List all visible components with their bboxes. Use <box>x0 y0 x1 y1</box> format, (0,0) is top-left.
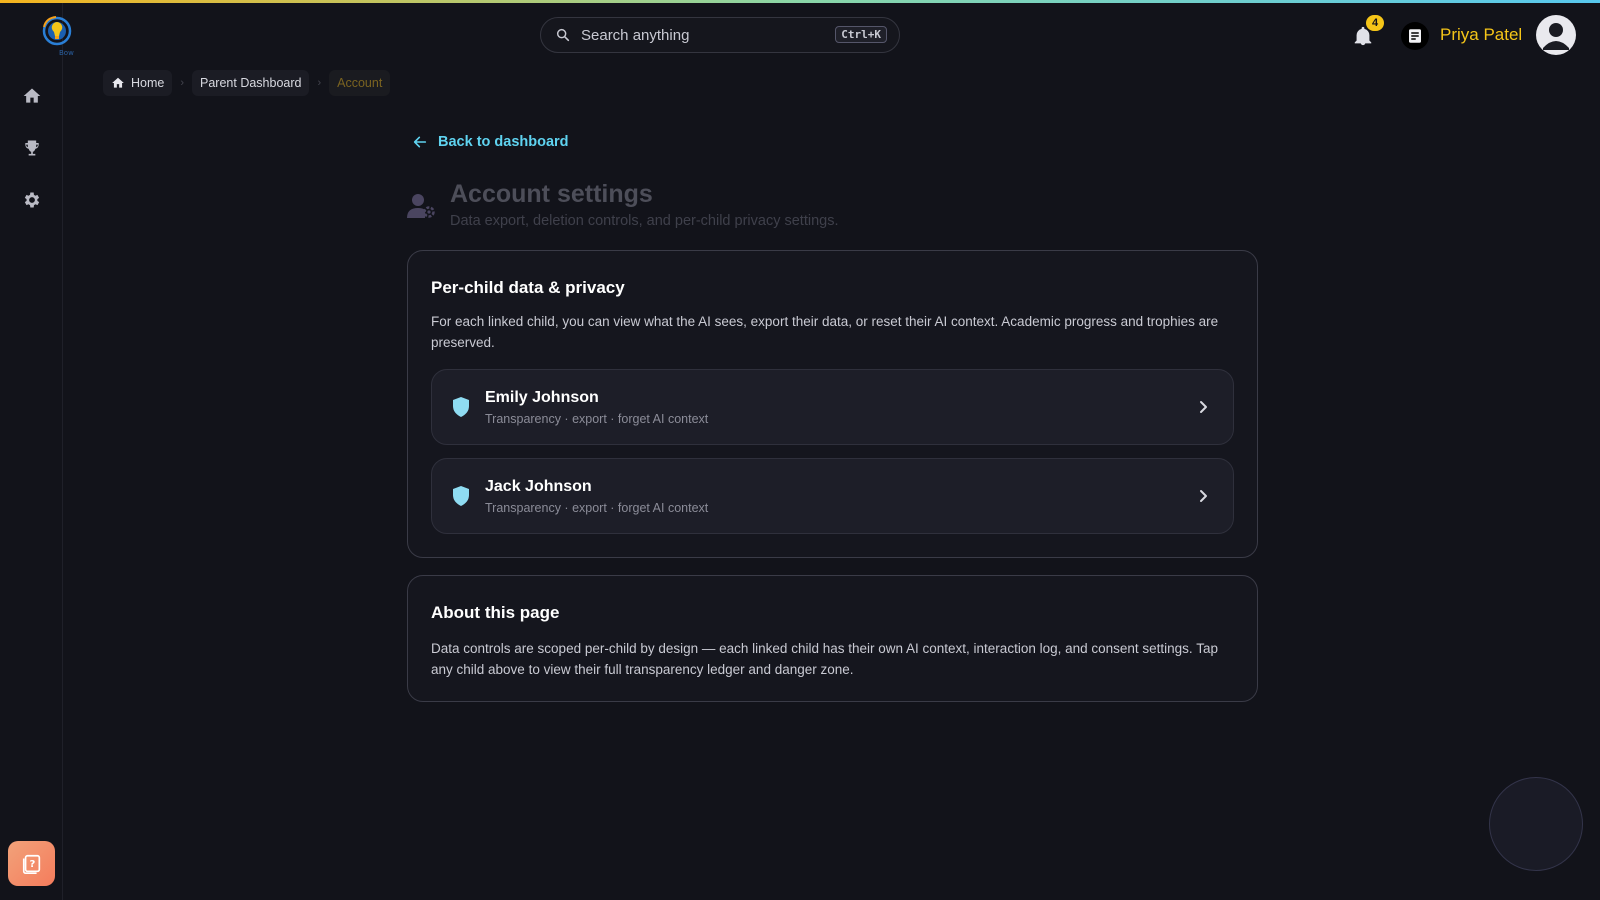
breadcrumb: Home › Parent Dashboard › Account <box>103 70 391 96</box>
child-name: Emily Johnson <box>485 389 599 406</box>
child-row-jack-johnson[interactable]: Jack Johnson Transparency · export · for… <box>431 458 1234 534</box>
back-to-dashboard-link[interactable]: Back to dashboard <box>412 134 569 150</box>
svg-text:Bow: Bow <box>59 49 74 57</box>
sidebar-item-trophies[interactable] <box>19 135 45 161</box>
gear-icon <box>24 192 40 208</box>
breadcrumb-separator: › <box>317 77 322 89</box>
user-name[interactable]: Priya Patel <box>1440 25 1522 45</box>
help-book-icon: ? <box>22 854 40 874</box>
breadcrumb-label: Parent Dashboard <box>200 76 302 90</box>
child-row-emily-johnson[interactable]: Emily Johnson Transparency · export · fo… <box>431 369 1234 445</box>
chevron-right-icon <box>1200 490 1207 502</box>
arrow-left-icon <box>413 136 427 148</box>
page-subtitle: Data export, deletion controls, and per-… <box>450 213 839 229</box>
help-button[interactable]: ? <box>8 841 55 886</box>
about-page-card: About this page Data controls are scoped… <box>407 575 1258 702</box>
chevron-right-icon <box>1200 401 1207 413</box>
document-icon <box>1409 29 1421 43</box>
user-settings-icon <box>407 194 435 218</box>
breadcrumb-home[interactable]: Home <box>103 70 173 96</box>
home-icon <box>112 77 124 88</box>
card-description: Data controls are scoped per-child by de… <box>431 641 1218 677</box>
user-avatar-icon <box>1543 23 1569 50</box>
sidebar-item-settings[interactable] <box>19 187 45 213</box>
search-input[interactable]: Search anything <box>581 27 689 44</box>
back-link-label: Back to dashboard <box>438 134 569 150</box>
breadcrumb-parent-dashboard[interactable]: Parent Dashboard <box>192 70 310 96</box>
notification-badge: 4 <box>1366 15 1384 31</box>
search-bar[interactable]: Search anything Ctrl+K <box>540 17 900 53</box>
card-title: Per-child data & privacy <box>431 278 625 297</box>
avatar[interactable] <box>1536 15 1576 55</box>
shield-icon <box>453 397 469 417</box>
card-description: For each linked child, you can view what… <box>431 314 1219 350</box>
per-child-privacy-card: Per-child data & privacy For each linked… <box>407 250 1258 558</box>
breadcrumb-label: Home <box>131 76 165 90</box>
shield-icon <box>453 486 469 506</box>
sidebar: Bow ? <box>0 3 74 900</box>
child-subtitle: Transparency · export · forget AI contex… <box>485 501 709 515</box>
breadcrumb-separator: › <box>180 77 185 89</box>
notes-button[interactable] <box>1401 22 1429 50</box>
card-title: About this page <box>431 603 560 622</box>
top-accent-bar <box>0 0 1600 3</box>
page-title: Account settings <box>450 180 653 208</box>
breadcrumb-label: Account <box>337 76 383 90</box>
search-shortcut-hint: Ctrl+K <box>835 26 887 43</box>
floating-assistant-button[interactable] <box>1489 777 1583 871</box>
app-logo[interactable]: Bow <box>40 15 78 57</box>
child-name: Jack Johnson <box>485 478 592 495</box>
sidebar-item-home[interactable] <box>19 83 45 109</box>
home-icon <box>23 88 41 103</box>
trophy-icon <box>25 140 39 156</box>
child-subtitle: Transparency · export · forget AI contex… <box>485 412 709 426</box>
svg-text:?: ? <box>29 858 35 869</box>
breadcrumb-account: Account <box>329 70 391 96</box>
search-icon <box>556 28 570 42</box>
